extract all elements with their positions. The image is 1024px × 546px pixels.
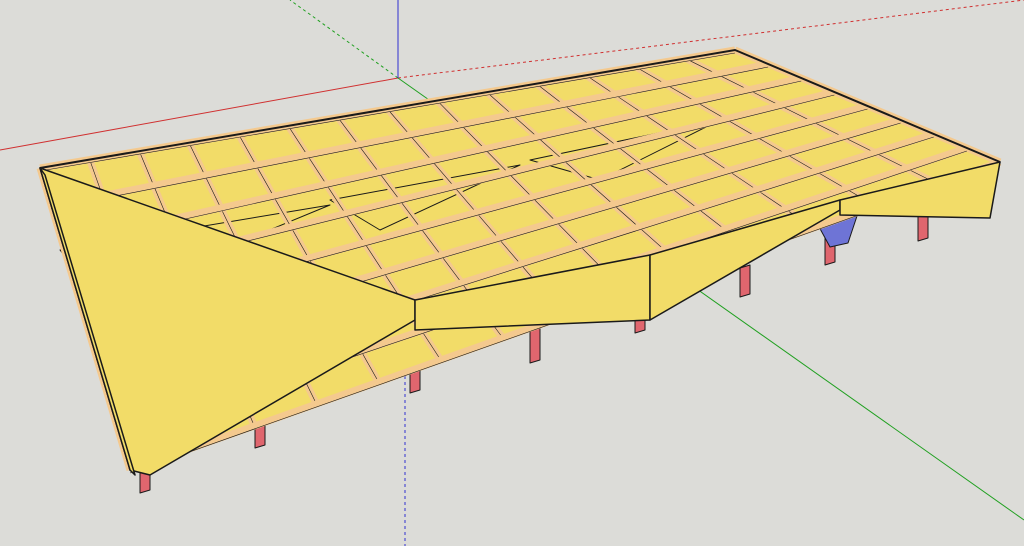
support-post: [529, 326, 541, 364]
green-axis-negative: [289, 0, 399, 79]
support-post: [739, 264, 751, 298]
modeling-viewport[interactable]: [0, 0, 1024, 546]
deck-frame-model[interactable]: [0, 0, 1024, 546]
